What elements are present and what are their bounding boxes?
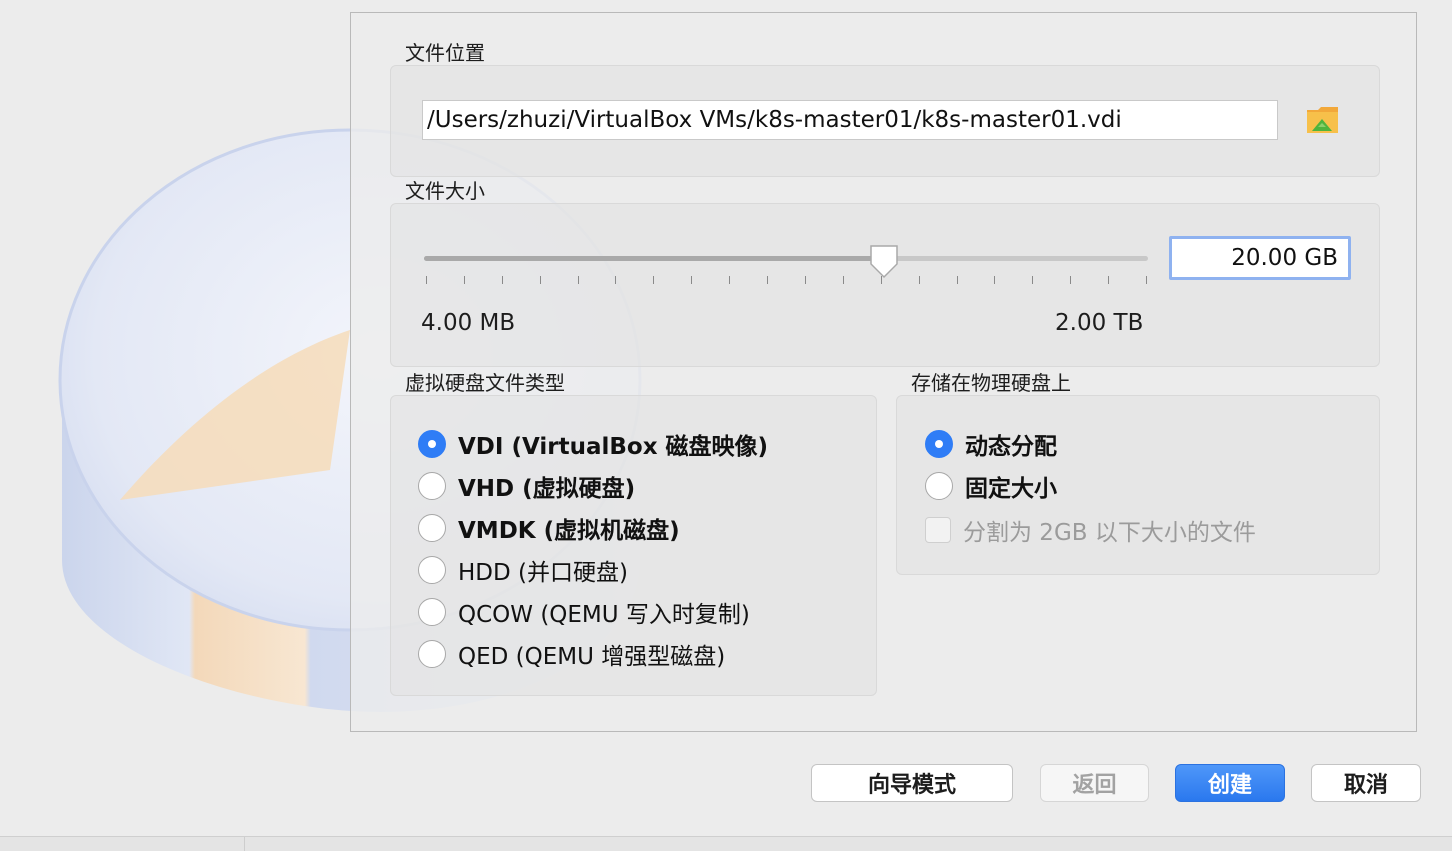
- size-group: 4.00 MB 2.00 TB 20.00 GB: [390, 203, 1380, 367]
- radio-button[interactable]: [418, 556, 446, 584]
- slider-tick: [501, 276, 503, 284]
- disk-type-group: VDI (VirtualBox 磁盘映像) VHD (虚拟硬盘) VMDK (虚…: [390, 395, 877, 696]
- storage-label: 存储在物理硬盘上: [911, 371, 1071, 395]
- radio-button[interactable]: [925, 472, 953, 500]
- slider-tick: [577, 276, 579, 284]
- slider-thumb[interactable]: [868, 244, 900, 280]
- disk-type-option-vmdk[interactable]: VMDK (虚拟机磁盘): [418, 510, 680, 546]
- disk-type-label: 虚拟硬盘文件类型: [405, 371, 565, 395]
- radio-button[interactable]: [418, 430, 446, 458]
- option-label: 固定大小: [965, 476, 1057, 502]
- option-label: 动态分配: [965, 434, 1057, 460]
- split-files-checkbox: [925, 517, 951, 543]
- slider-tick: [1146, 276, 1147, 284]
- option-label: VDI (VirtualBox 磁盘映像): [458, 434, 769, 460]
- storage-option-dynamic[interactable]: 动态分配: [925, 426, 1057, 462]
- slider-tick: [426, 276, 427, 284]
- slider-tick: [463, 276, 465, 284]
- size-slider[interactable]: [422, 245, 1150, 292]
- slider-tick: [653, 276, 655, 284]
- guided-mode-button[interactable]: 向导模式: [811, 764, 1013, 802]
- option-label: QCOW (QEMU 写入时复制): [458, 602, 750, 628]
- disk-type-option-vdi[interactable]: VDI (VirtualBox 磁盘映像): [418, 426, 768, 462]
- option-label: QED (QEMU 增强型磁盘): [458, 644, 726, 670]
- slider-tick: [615, 276, 617, 284]
- size-label: 文件大小: [405, 179, 485, 203]
- option-label: VMDK (虚拟机磁盘): [458, 518, 680, 544]
- slider-tick: [994, 276, 996, 284]
- option-label: HDD (并口硬盘): [458, 560, 628, 586]
- size-max-label: 2.00 TB: [1055, 310, 1144, 336]
- status-divider: [244, 837, 245, 851]
- slider-tick: [539, 276, 541, 284]
- size-input[interactable]: 20.00 GB: [1169, 236, 1351, 280]
- radio-button[interactable]: [418, 598, 446, 626]
- disk-type-option-qcow[interactable]: QCOW (QEMU 写入时复制): [418, 594, 750, 630]
- slider-tick: [767, 276, 769, 284]
- slider-tick: [956, 276, 958, 284]
- slider-tick: [1032, 276, 1034, 284]
- location-label: 文件位置: [405, 41, 485, 65]
- folder-browse-icon[interactable]: [1304, 102, 1344, 138]
- radio-button[interactable]: [418, 514, 446, 542]
- slider-tick: [1070, 276, 1072, 284]
- disk-type-option-vhd[interactable]: VHD (虚拟硬盘): [418, 468, 635, 504]
- create-button[interactable]: 创建: [1175, 764, 1285, 802]
- slider-tick: [691, 276, 693, 284]
- slider-tick: [804, 276, 806, 284]
- radio-button[interactable]: [418, 472, 446, 500]
- radio-button[interactable]: [925, 430, 953, 458]
- status-bar: [0, 836, 1452, 851]
- slider-tick: [880, 276, 882, 284]
- slider-tick: [918, 276, 920, 284]
- size-min-label: 4.00 MB: [421, 310, 516, 336]
- slider-tick: [729, 276, 731, 284]
- slider-fill: [424, 256, 884, 261]
- storage-group: 动态分配 固定大小 分割为 2GB 以下大小的文件: [896, 395, 1380, 575]
- main-panel: 文件位置 /Users/zhuzi/VirtualBox VMs/k8s-mas…: [350, 12, 1417, 732]
- file-path-input[interactable]: /Users/zhuzi/VirtualBox VMs/k8s-master01…: [422, 100, 1278, 140]
- back-button[interactable]: 返回: [1040, 764, 1149, 802]
- cancel-button[interactable]: 取消: [1311, 764, 1421, 802]
- option-label: VHD (虚拟硬盘): [458, 476, 636, 502]
- storage-option-fixed[interactable]: 固定大小: [925, 468, 1057, 504]
- location-group: /Users/zhuzi/VirtualBox VMs/k8s-master01…: [390, 65, 1380, 177]
- slider-tick: [1108, 276, 1110, 284]
- split-files-label: 分割为 2GB 以下大小的文件: [963, 520, 1256, 546]
- radio-button[interactable]: [418, 640, 446, 668]
- split-files-option: 分割为 2GB 以下大小的文件: [925, 512, 1256, 548]
- slider-tick: [842, 276, 844, 284]
- disk-type-option-hdd[interactable]: HDD (并口硬盘): [418, 552, 628, 588]
- disk-type-option-qed[interactable]: QED (QEMU 增强型磁盘): [418, 636, 725, 672]
